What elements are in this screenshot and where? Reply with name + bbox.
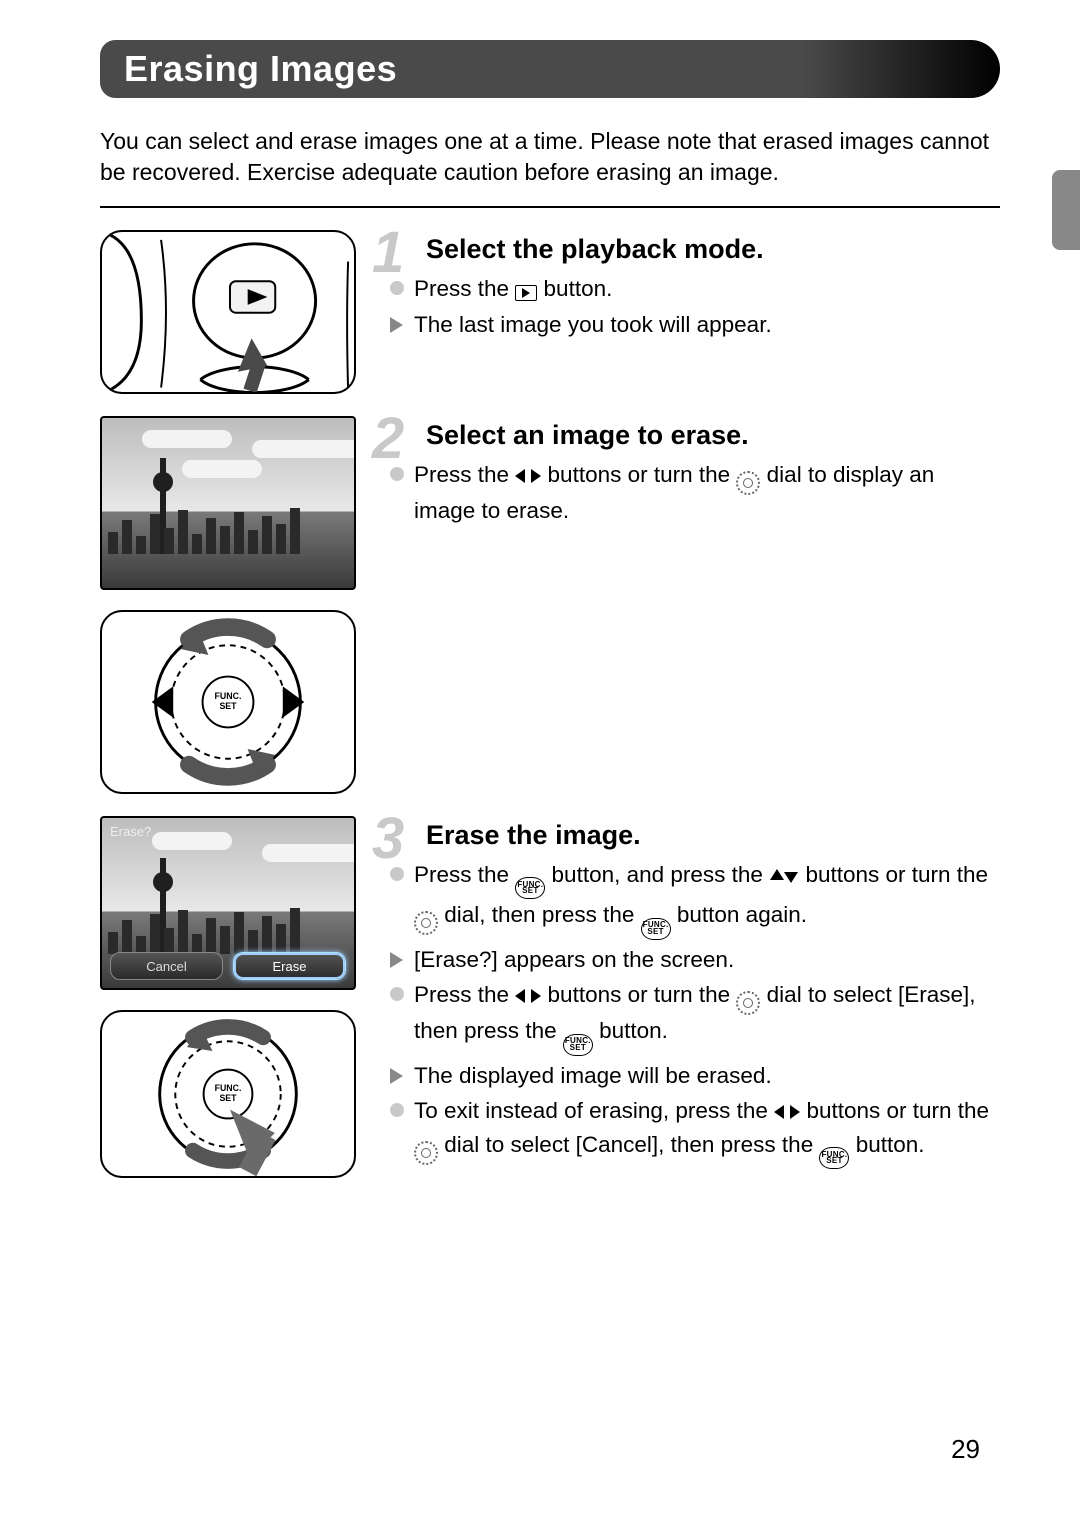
erase-confirm-option: Erase [233, 952, 346, 980]
func-set-icon: FUNC.SET [563, 1034, 593, 1056]
func-set-icon: FUNC.SET [641, 918, 671, 940]
svg-text:SET: SET [219, 701, 237, 711]
left-right-icon [515, 981, 541, 1013]
control-ring-icon [414, 911, 438, 935]
step-heading: Erase the image. [426, 820, 1000, 851]
control-ring-icon [736, 991, 760, 1015]
page-number: 29 [951, 1434, 980, 1465]
step-row: FUNC. SET 2 Select an image to erase. P [100, 416, 1000, 794]
step-body: Press the buttons or turn the dial to di… [386, 459, 1000, 527]
page-title: Erasing Images [124, 48, 397, 90]
step-line: Press the buttons or turn the dial to se… [386, 979, 1000, 1055]
step-row: Erase? Cancel Erase FUNC. SET [100, 816, 1000, 1178]
section-tab [1052, 170, 1080, 250]
step-row: 1 Select the playback mode. Press the bu… [100, 230, 1000, 394]
step-text: 3 Erase the image. Press the FUNC.SET bu… [386, 816, 1000, 1173]
thumb-sample-photo [100, 416, 356, 590]
svg-text:SET: SET [219, 1093, 237, 1103]
left-right-icon [774, 1097, 800, 1129]
step-line: [Erase?] appears on the screen. [386, 944, 1000, 976]
up-down-icon [769, 861, 799, 893]
step-heading: Select the playback mode. [426, 234, 1000, 265]
step-line: The last image you took will appear. [386, 309, 1000, 341]
control-ring-icon [414, 1141, 438, 1165]
step-text: 2 Select an image to erase. Press the bu… [386, 416, 1000, 531]
control-ring-icon [736, 471, 760, 495]
thumb-playback-button [100, 230, 356, 394]
thumb-control-dial-lr: FUNC. SET [100, 610, 356, 794]
step-line: Press the buttons or turn the dial to di… [386, 459, 1000, 527]
separator [100, 206, 1000, 208]
erase-cancel-option: Cancel [110, 952, 223, 980]
func-set-icon: FUNC.SET [515, 877, 545, 899]
manual-page: Erasing Images You can select and erase … [0, 0, 1080, 1521]
thumb-erase-screen: Erase? Cancel Erase [100, 816, 356, 990]
step-body: Press the button. The last image you took… [386, 273, 1000, 340]
intro-text: You can select and erase images one at a… [100, 126, 1000, 188]
step-body: Press the FUNC.SET button, and press the… [386, 859, 1000, 1169]
step-line: The displayed image will be erased. [386, 1060, 1000, 1092]
func-set-icon: FUNC.SET [819, 1147, 849, 1169]
left-right-icon [515, 461, 541, 493]
step-line: To exit instead of erasing, press the bu… [386, 1095, 1000, 1169]
svg-text:FUNC.: FUNC. [215, 1083, 242, 1093]
step-text: 1 Select the playback mode. Press the bu… [386, 230, 1000, 344]
playback-icon [515, 285, 537, 301]
step-line: Press the FUNC.SET button, and press the… [386, 859, 1000, 940]
title-bar: Erasing Images [100, 40, 1000, 98]
thumb-control-dial-press: FUNC. SET [100, 1010, 356, 1178]
steps: 1 Select the playback mode. Press the bu… [100, 230, 1000, 1178]
step-heading: Select an image to erase. [426, 420, 1000, 451]
svg-text:FUNC.: FUNC. [215, 691, 242, 701]
step-line: Press the button. [386, 273, 1000, 305]
erase-prompt: Erase? [110, 824, 151, 839]
